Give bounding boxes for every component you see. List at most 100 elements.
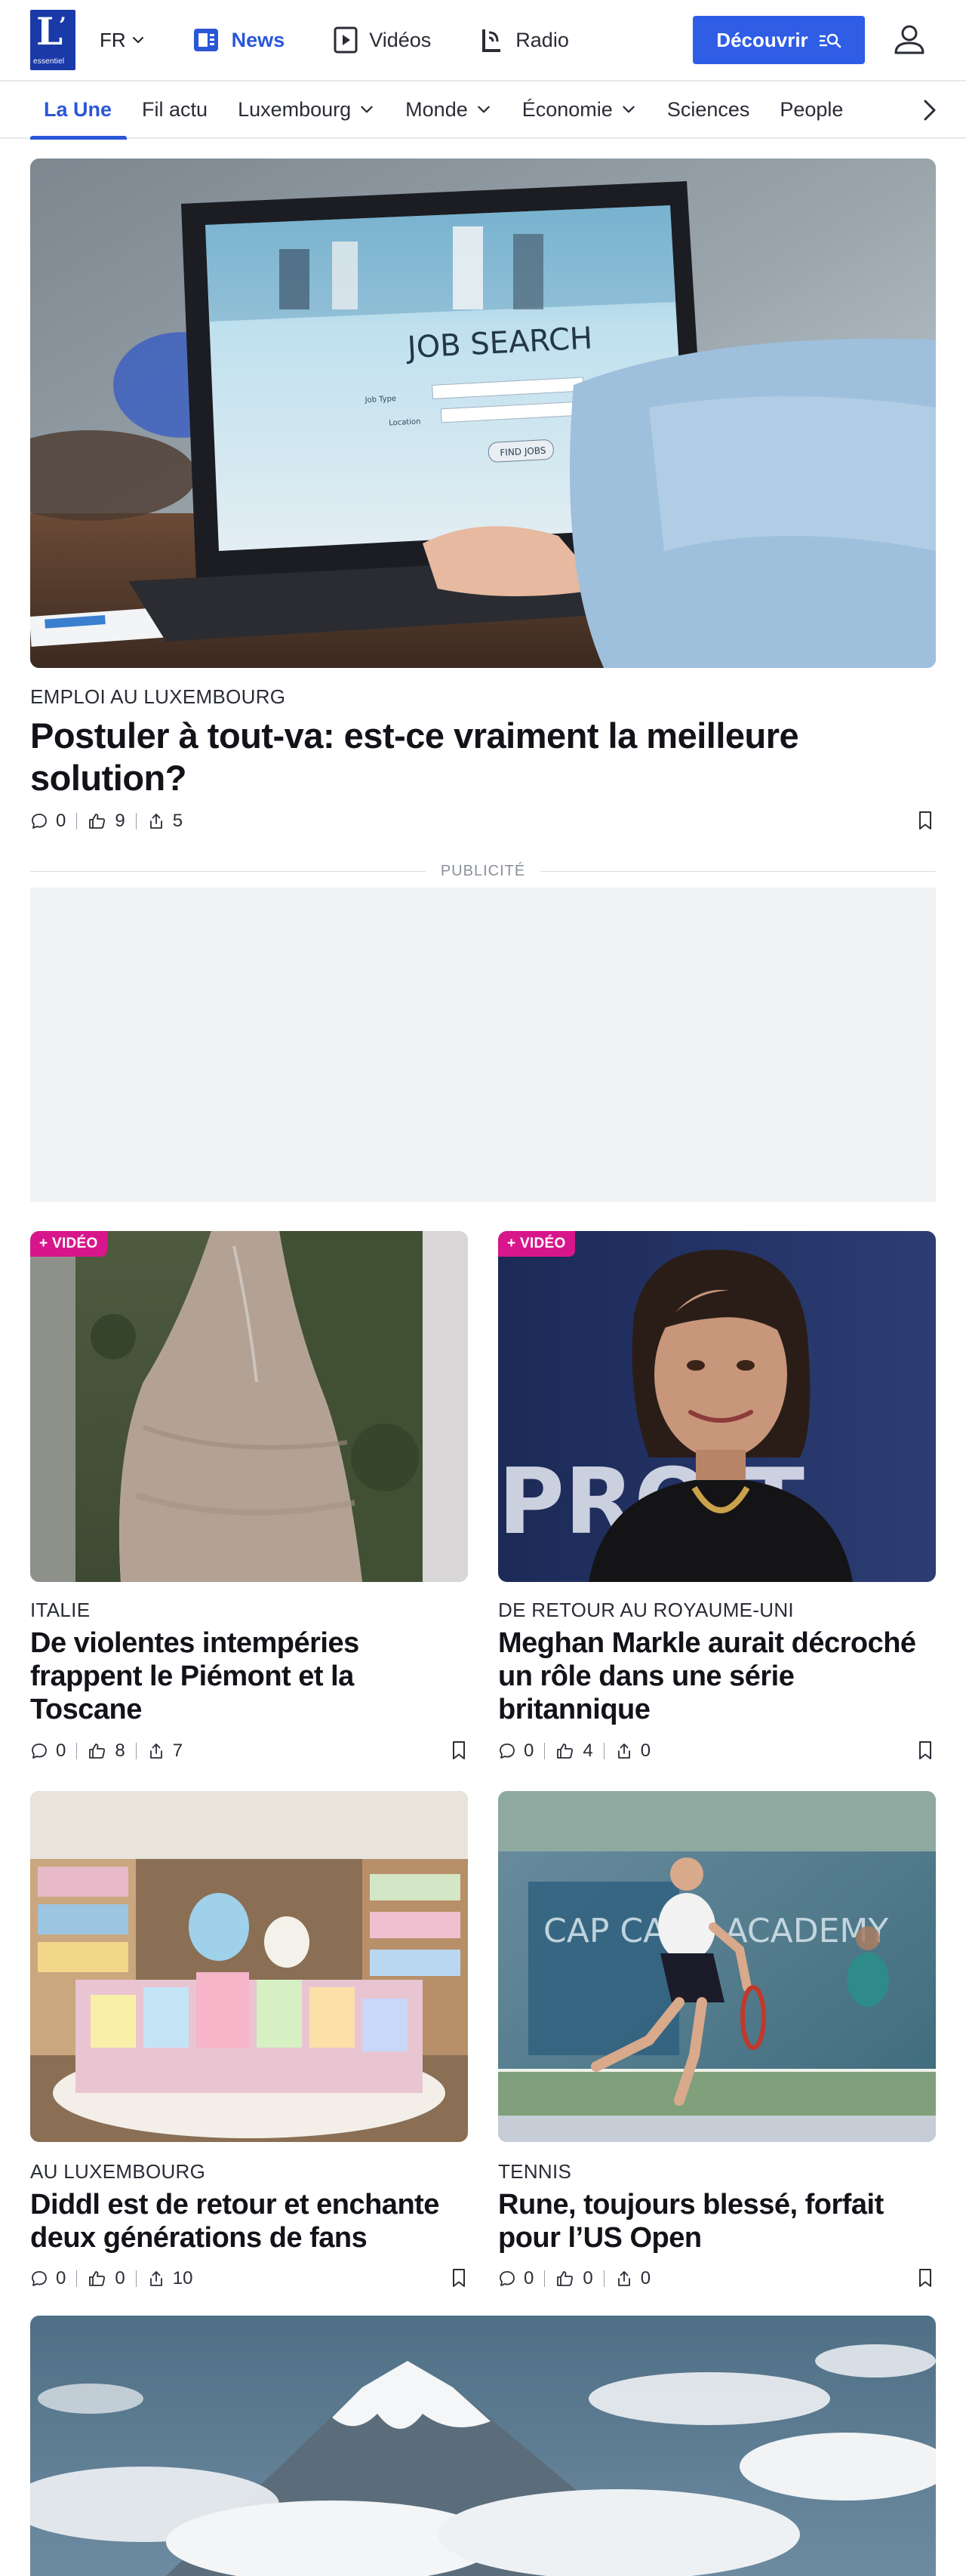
nav-news[interactable]: News [191, 25, 285, 55]
bookmark-icon[interactable] [916, 2268, 934, 2288]
site-logo[interactable]: L ’ essentiel [30, 10, 75, 70]
share-count[interactable]: 0 [615, 2268, 651, 2289]
comment-count[interactable]: 0 [498, 2268, 534, 2289]
ad-slot [30, 888, 936, 1202]
tab-sciences[interactable]: Sciences [652, 81, 765, 138]
language-selector[interactable]: FR [100, 29, 146, 52]
like-count-value: 9 [115, 811, 125, 831]
comment-icon [32, 814, 47, 829]
thumbs-up-icon [89, 2271, 106, 2286]
share-count[interactable]: 10 [147, 2268, 193, 2289]
article-meta: 0 4 0 [498, 1740, 651, 1762]
tab-fil-actu[interactable]: Fil actu [127, 81, 223, 138]
tab-label: People [780, 97, 844, 121]
article-image[interactable]: + VIDÉO [30, 1231, 468, 1582]
search-icon [819, 33, 841, 48]
tab-luxembourg[interactable]: Luxembourg [223, 81, 390, 138]
article-text: TENNIS Rune, toujours blessé, forfait po… [498, 2160, 936, 2254]
ad-label-text: PUBLICITÉ [440, 862, 526, 879]
thumbs-up-icon [557, 1743, 574, 1759]
play-icon [334, 26, 358, 54]
main-nav: News Vidéos Radio [191, 25, 569, 55]
nav-radio-label: Radio [515, 28, 569, 51]
share-icon [617, 1743, 630, 1759]
comment-icon [500, 2271, 515, 2286]
thumbs-up-icon [89, 814, 106, 829]
bookmark-icon[interactable] [916, 1740, 934, 1760]
comment-icon [32, 1743, 47, 1759]
tab-label: Fil actu [142, 97, 208, 121]
share-count-value: 10 [172, 2268, 193, 2288]
comment-count[interactable]: 0 [30, 1740, 66, 1762]
chevron-down-icon [132, 37, 143, 43]
like-count-value: 4 [583, 1740, 593, 1761]
hero-kicker: EMPLOI AU LUXEMBOURG [30, 685, 286, 708]
like-count-value: 8 [115, 1740, 125, 1761]
thumbs-up-icon [89, 1743, 106, 1759]
tennis-illustration: CAP CARD ACADEMY [498, 1791, 936, 2142]
video-badge: + VIDÉO [498, 1231, 575, 1257]
comment-count-value: 0 [524, 1740, 534, 1761]
chevron-right-icon[interactable] [915, 95, 945, 125]
bookmark-icon[interactable] [916, 811, 934, 830]
share-count-value: 5 [172, 811, 183, 831]
tab-label: Économie [521, 97, 613, 121]
comment-count[interactable]: 0 [30, 811, 66, 832]
nav-videos[interactable]: Vidéos [333, 25, 431, 55]
chevron-down-icon [478, 106, 490, 113]
article-kicker: ITALIE [30, 1599, 91, 1621]
article-meta: 0 0 0 [498, 2268, 651, 2289]
article-title[interactable]: Meghan Markle aurait décroché un rôle da… [498, 1627, 936, 1726]
bookmark-icon[interactable] [450, 2268, 468, 2288]
nav-radio[interactable]: Radio [479, 25, 569, 55]
article-image[interactable] [30, 1791, 468, 2142]
comment-count[interactable]: 0 [498, 1740, 534, 1762]
chevron-down-icon [361, 106, 373, 113]
like-count[interactable]: 0 [555, 2268, 593, 2289]
article-image[interactable]: PRO T + VIDÉO [498, 1231, 936, 1582]
shop-illustration [30, 1791, 468, 2142]
article-text: ITALIE De violentes intempéries frappent… [30, 1599, 468, 1726]
tab-people[interactable]: People [764, 81, 858, 138]
like-count[interactable]: 4 [555, 1740, 593, 1762]
hero-title[interactable]: Postuler à tout-va: est-ce vraiment la m… [30, 715, 936, 799]
share-count[interactable]: 5 [147, 811, 183, 832]
article-kicker: DE RETOUR AU ROYAUME-UNI [498, 1599, 794, 1621]
hero-illustration: JOB SEARCH Job Type Location FIND JOBS [30, 158, 936, 668]
article-text: AU LUXEMBOURG Diddl est de retour et enc… [30, 2160, 468, 2254]
tab-economie[interactable]: Économie [507, 81, 652, 138]
account-icon[interactable] [891, 21, 928, 59]
comment-count-value: 0 [524, 2268, 534, 2288]
chevron-down-icon [623, 106, 635, 113]
video-badge: + VIDÉO [30, 1231, 107, 1257]
discover-button[interactable]: Découvrir [693, 16, 865, 64]
nav-videos-label: Vidéos [369, 28, 432, 51]
share-icon [149, 1743, 162, 1759]
article-title[interactable]: Rune, toujours blessé, forfait pour l’US… [498, 2188, 936, 2254]
share-count[interactable]: 0 [615, 1740, 651, 1762]
section-nav: La Une Fil actu Luxembourg Monde Économi… [0, 80, 966, 140]
comment-count[interactable]: 0 [30, 2268, 66, 2289]
article-meta: 0 8 7 [30, 1740, 183, 1762]
mountain-illustration [30, 2316, 936, 2576]
tab-label: Monde [405, 97, 468, 121]
article-title[interactable]: Diddl est de retour et enchante deux gén… [30, 2188, 468, 2254]
like-count[interactable]: 9 [88, 811, 125, 832]
tab-monde[interactable]: Monde [390, 81, 507, 138]
like-count-value: 0 [583, 2268, 593, 2288]
bookmark-icon[interactable] [450, 1740, 468, 1760]
comment-count-value: 0 [56, 1740, 66, 1761]
tab-label: Sciences [666, 97, 750, 121]
tab-la-une[interactable]: La Une [30, 81, 128, 140]
like-count[interactable]: 0 [88, 2268, 125, 2289]
article-title[interactable]: De violentes intempéries frappent le Pié… [30, 1627, 468, 1726]
like-count[interactable]: 8 [88, 1740, 125, 1762]
share-count[interactable]: 7 [147, 1740, 183, 1762]
article-image[interactable] [30, 2316, 936, 2576]
hero-image-field: Location [389, 417, 421, 427]
article-image[interactable]: CAP CARD ACADEMY [498, 1791, 936, 2142]
comment-icon [32, 2271, 47, 2286]
hero-image[interactable]: JOB SEARCH Job Type Location FIND JOBS [30, 158, 936, 668]
ad-label: PUBLICITÉ [30, 862, 937, 880]
tab-label: La Une [44, 97, 112, 121]
